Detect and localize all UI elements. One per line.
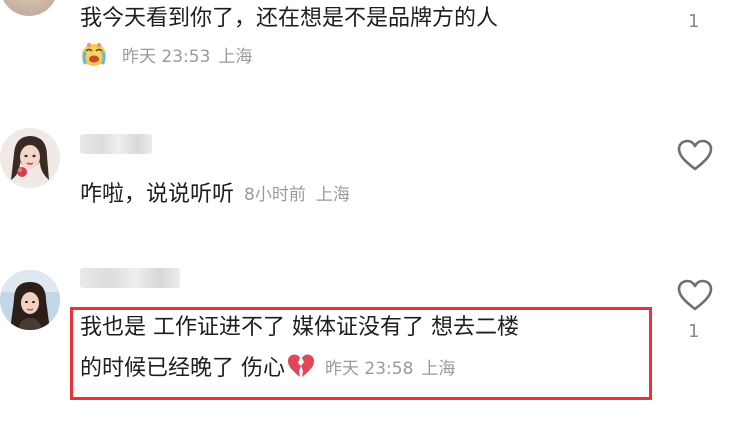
avatar[interactable] xyxy=(0,270,60,330)
broken-heart-emoji xyxy=(288,354,314,377)
avatar[interactable] xyxy=(0,128,60,188)
comment-location: 上海 xyxy=(218,46,253,67)
comment-time: 昨天 23:58 xyxy=(325,358,414,379)
comment-time: 8小时前 xyxy=(244,184,306,205)
crying-face-emoji xyxy=(82,43,106,66)
like-count: 1 xyxy=(688,11,700,32)
comment-location: 上海 xyxy=(421,358,456,379)
comment-text: 我今天看到你了，还在想是不是品牌方的人 xyxy=(80,6,499,31)
heart-outline-icon[interactable] xyxy=(676,278,714,312)
comment-text-line2: 的时候已经晚了 伤心 xyxy=(80,356,285,381)
username-blurred[interactable] xyxy=(80,268,180,288)
comment-text-line1: 我也是 工作证进不了 媒体证没有了 想去二楼 xyxy=(80,315,519,340)
username-blurred[interactable] xyxy=(80,134,152,154)
comment-text: 咋啦，说说听听 xyxy=(80,182,235,207)
avatar[interactable] xyxy=(0,0,58,16)
comment-meta-row: 昨天 23:53 上海 xyxy=(80,40,252,68)
like-count: 1 xyxy=(688,321,700,342)
heart-outline-icon[interactable] xyxy=(676,138,714,172)
comment-location: 上海 xyxy=(315,184,350,205)
comment-time: 昨天 23:53 xyxy=(122,46,211,67)
comment-line2-row: 的时候已经晚了 伤心 昨天 23:58 上海 xyxy=(80,350,455,382)
comment-body: 咋啦，说说听听 8小时前 上海 xyxy=(80,176,350,208)
